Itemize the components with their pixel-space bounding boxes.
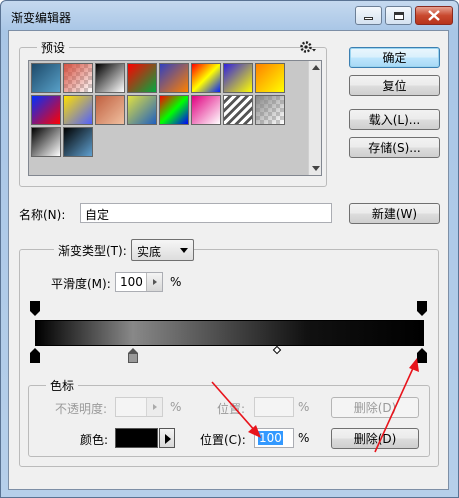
position-unit: % [298, 431, 310, 445]
preset-swatch[interactable] [191, 95, 221, 125]
gradient-type-value: 实底 [137, 245, 162, 259]
gradient-type-label: 渐变类型(T): [54, 242, 131, 259]
ok-button[interactable]: 确定 [349, 47, 440, 68]
color-popup-button[interactable] [159, 428, 175, 448]
presets-list[interactable] [28, 60, 322, 176]
name-field[interactable]: 自定 [80, 203, 332, 223]
preset-swatch[interactable] [159, 63, 189, 93]
name-label: 名称(N): [19, 208, 66, 222]
color-stop-middle[interactable] [128, 348, 138, 363]
new-button[interactable]: 新建(W) [349, 203, 440, 224]
preset-swatch[interactable] [127, 95, 157, 125]
triangle-right-icon [165, 434, 171, 444]
opacity-stop-right[interactable] [417, 301, 427, 316]
preset-swatch[interactable] [95, 63, 125, 93]
preset-swatch[interactable] [223, 95, 253, 125]
position-value: 100 [258, 431, 283, 445]
preset-swatch[interactable] [63, 63, 93, 93]
chevron-down-icon [180, 248, 188, 253]
opacity-delete-button[interactable]: 删除(D) [331, 397, 419, 418]
preset-swatch[interactable] [31, 63, 61, 93]
color-swatch[interactable] [115, 428, 158, 448]
preset-swatch[interactable] [95, 95, 125, 125]
opacity-stop-left[interactable] [30, 301, 40, 316]
opacity-position-label: 位置: [217, 402, 246, 416]
minimize-icon [364, 17, 373, 20]
color-stop-right-selected[interactable] [417, 348, 427, 363]
preset-swatch[interactable] [223, 63, 253, 93]
preset-swatch[interactable] [63, 127, 93, 157]
gear-icon[interactable] [299, 40, 317, 54]
maximize-icon [393, 11, 404, 20]
opacity-position-unit: % [298, 400, 310, 414]
preset-swatch[interactable] [255, 63, 285, 93]
smoothness-label: 平滑度(M): [51, 277, 111, 291]
scroll-up-icon[interactable] [312, 65, 320, 70]
close-button[interactable] [415, 6, 453, 25]
position-field[interactable]: 100 [254, 428, 294, 448]
preset-swatch[interactable] [31, 127, 61, 157]
preset-swatch[interactable] [191, 63, 221, 93]
opacity-popup-button[interactable] [146, 398, 162, 416]
gradient-preview-bar[interactable] [35, 320, 424, 346]
triangle-right-icon [153, 279, 157, 285]
preset-swatch[interactable] [255, 95, 285, 125]
color-label: 颜色: [80, 433, 109, 447]
color-stop-left[interactable] [30, 348, 40, 363]
opacity-position-field[interactable] [254, 397, 294, 417]
delete-button[interactable]: 删除(D) [331, 428, 419, 449]
presets-scrollbar[interactable] [308, 61, 321, 175]
save-button[interactable]: 存储(S)... [349, 137, 440, 158]
reset-button[interactable]: 复位 [349, 75, 440, 96]
smoothness-popup-button[interactable] [146, 273, 162, 291]
preset-swatch[interactable] [127, 63, 157, 93]
gradient-type-select[interactable]: 实底 [131, 239, 194, 261]
smoothness-unit: % [170, 275, 182, 289]
load-button[interactable]: 载入(L)... [349, 109, 440, 130]
presets-legend: 预设 [37, 39, 70, 56]
preset-swatch[interactable] [63, 95, 93, 125]
opacity-unit: % [170, 400, 182, 414]
opacity-label: 不透明度: [55, 402, 108, 416]
scroll-down-icon[interactable] [312, 166, 320, 171]
preset-swatch[interactable] [31, 95, 61, 125]
preset-swatch[interactable] [159, 95, 189, 125]
window-title: 渐变编辑器 [11, 11, 72, 25]
title-bar[interactable]: 渐变编辑器 [1, 1, 458, 31]
close-icon [428, 10, 440, 21]
preset-swatches [29, 61, 309, 175]
triangle-right-icon [153, 404, 157, 410]
position-label: 位置(C): [200, 433, 246, 447]
color-stops-legend: 色标 [46, 377, 79, 394]
minimize-button[interactable] [355, 6, 382, 25]
maximize-button[interactable] [385, 6, 412, 25]
